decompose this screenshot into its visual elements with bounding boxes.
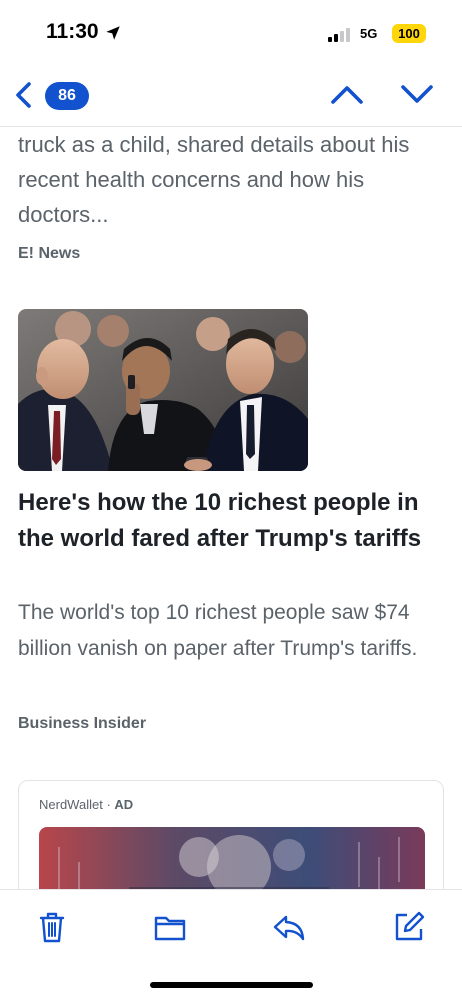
back-chevron-icon[interactable] [12, 80, 36, 110]
ad-advertiser: NerdWallet [39, 797, 103, 812]
reply-icon[interactable] [272, 910, 306, 944]
compose-icon[interactable] [392, 910, 426, 944]
next-message-icon[interactable] [400, 82, 434, 106]
article-source[interactable]: Business Insider [18, 715, 146, 733]
network-type: 5G [360, 26, 378, 41]
article-snippet[interactable]: truck as a child, shared details about h… [18, 127, 448, 232]
newsletter-content: truck as a child, shared details about h… [0, 127, 462, 889]
folder-icon[interactable] [153, 910, 187, 944]
previous-message-icon[interactable] [330, 82, 364, 106]
home-indicator[interactable] [150, 982, 313, 988]
unread-count-badge[interactable]: 86 [45, 82, 89, 110]
article-photo[interactable] [18, 309, 308, 471]
sponsored-ad-card[interactable]: NerdWallet · AD [18, 780, 444, 889]
status-time: 11:30 [46, 20, 99, 43]
ad-image[interactable] [39, 827, 425, 889]
trash-icon[interactable] [35, 910, 69, 944]
article-headline[interactable]: Here's how the 10 richest people in the … [18, 485, 448, 557]
ad-tag: AD [114, 797, 134, 812]
article-summary[interactable]: The world's top 10 richest people saw $7… [18, 595, 448, 667]
ad-separator: · [106, 797, 111, 812]
location-arrow-icon [106, 26, 120, 40]
article-source[interactable]: E! News [18, 245, 80, 263]
status-bar: 11:30 5G 100 [0, 0, 462, 60]
ad-label: NerdWallet · AD [39, 797, 133, 812]
battery-indicator: 100 [392, 24, 426, 43]
message-nav-bar: 86 [0, 70, 462, 127]
cellular-signal-icon [328, 28, 350, 42]
